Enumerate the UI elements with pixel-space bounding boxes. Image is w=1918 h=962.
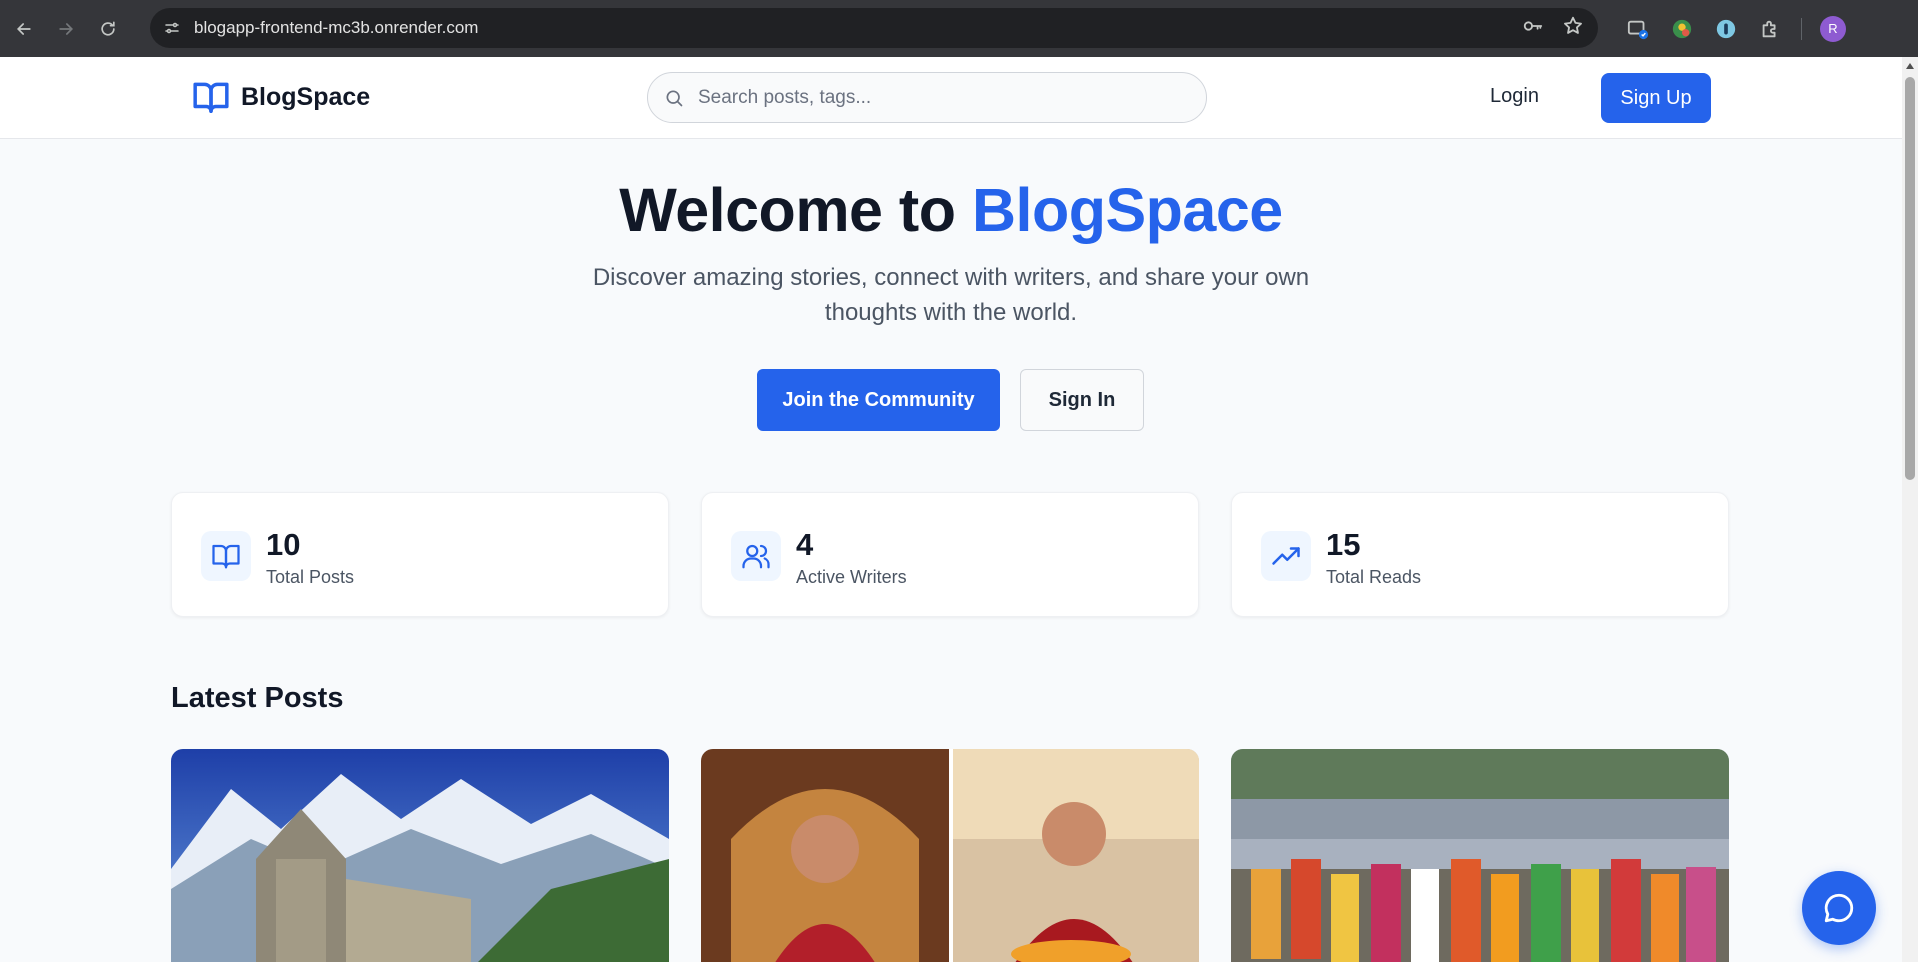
hero-title: Welcome to BlogSpace (0, 175, 1902, 245)
toolbar-divider (1801, 17, 1802, 40)
site-settings-icon[interactable] (158, 14, 186, 42)
chat-button[interactable] (1802, 871, 1876, 945)
join-community-button[interactable]: Join the Community (757, 369, 1000, 431)
hero-title-prefix: Welcome to (619, 176, 972, 244)
river-festival-photo (1231, 749, 1729, 962)
users-icon (731, 531, 781, 581)
stat-value: 10 (266, 527, 301, 562)
page-scrollbar[interactable] (1902, 57, 1918, 962)
scroll-thumb[interactable] (1905, 77, 1915, 480)
search-icon (666, 90, 683, 106)
chat-bubble-icon (1824, 893, 1854, 923)
temple-mountain-photo (171, 749, 669, 962)
brand-logo[interactable]: BlogSpace (191, 78, 370, 116)
post-card-image[interactable] (1231, 749, 1729, 962)
stat-card-writers: 4 Active Writers (701, 492, 1199, 617)
url-text[interactable]: blogapp-frontend-mc3b.onrender.com (194, 18, 478, 38)
stat-value: 4 (796, 527, 814, 562)
key-icon[interactable] (1522, 15, 1544, 42)
bride-photo (701, 749, 1199, 962)
extensions-puzzle-icon[interactable] (1757, 16, 1783, 42)
search-bar[interactable] (647, 72, 1207, 123)
sign-in-button[interactable]: Sign In (1020, 369, 1144, 431)
address-bar[interactable]: blogapp-frontend-mc3b.onrender.com (150, 8, 1598, 48)
search-input[interactable] (698, 86, 1178, 109)
extension-green-icon[interactable] (1669, 16, 1695, 42)
hero-title-accent: BlogSpace (971, 176, 1283, 244)
extension-blue-icon[interactable] (1713, 16, 1739, 42)
tab-search-icon[interactable] (1625, 16, 1651, 42)
stat-value: 15 (1326, 527, 1361, 562)
profile-avatar[interactable]: R (1820, 15, 1846, 42)
arrow-left-icon (16, 22, 31, 35)
hero-subtitle: Discover amazing stories, connect with w… (592, 264, 1310, 326)
reload-button[interactable] (90, 11, 126, 47)
bookmark-star-icon[interactable] (1562, 15, 1584, 42)
login-link[interactable]: Login (1490, 85, 1539, 108)
brand-name: BlogSpace (241, 82, 371, 111)
arrow-right-icon (59, 22, 74, 35)
site-header: BlogSpace Login Sign Up (0, 57, 1902, 139)
stat-card-reads: 15 Total Reads (1231, 492, 1729, 617)
browser-toolbar: blogapp-frontend-mc3b.onrender.com R (0, 0, 1918, 57)
stat-label: Total Posts (266, 567, 355, 587)
post-card-image[interactable] (171, 749, 669, 962)
stat-label: Active Writers (796, 567, 907, 587)
stat-card-posts: 10 Total Posts (171, 492, 669, 617)
signup-button[interactable]: Sign Up (1601, 73, 1711, 123)
stat-label: Total Reads (1326, 567, 1422, 587)
forward-button[interactable] (48, 11, 84, 47)
book-open-icon (193, 82, 229, 113)
post-card-image[interactable] (701, 749, 1199, 962)
scroll-up-arrow[interactable] (1906, 63, 1914, 69)
back-button[interactable] (6, 11, 42, 47)
book-open-icon (201, 531, 251, 581)
trending-up-icon (1261, 531, 1311, 581)
latest-posts-heading: Latest Posts (171, 682, 344, 714)
reload-icon (101, 21, 115, 36)
